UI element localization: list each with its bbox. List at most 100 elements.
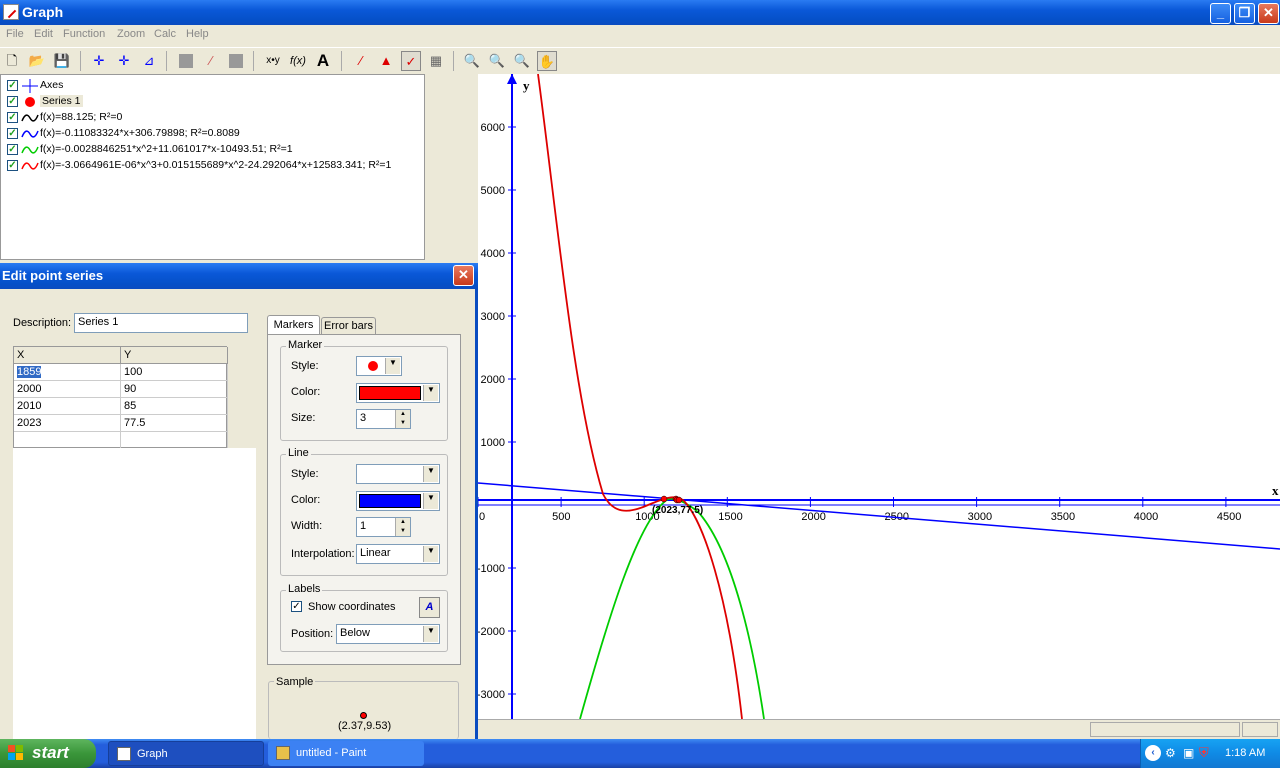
new-file-icon[interactable]: 🗋 bbox=[2, 51, 22, 71]
custom-function-icon[interactable]: f(x) bbox=[288, 51, 308, 71]
tab-error-bars[interactable]: Error bars bbox=[321, 317, 376, 335]
description-label: Description: bbox=[13, 317, 72, 329]
grid-cell[interactable]: 85 bbox=[121, 398, 228, 415]
insert-relation-icon[interactable]: ⊿ bbox=[139, 51, 159, 71]
disabled-square-icon[interactable] bbox=[226, 51, 246, 71]
grid-cell[interactable]: 100 bbox=[121, 364, 228, 381]
point-data-grid[interactable]: X Y 1859 100 2000 90 2010 85 2023 77.5 bbox=[13, 346, 228, 449]
zoom-fit-icon[interactable]: 🔍 bbox=[512, 51, 532, 71]
sample-marker bbox=[360, 712, 367, 719]
wave-icon bbox=[21, 162, 39, 170]
grid-cell[interactable]: 1859 bbox=[14, 364, 121, 381]
minimize-button[interactable]: _ bbox=[1210, 3, 1231, 24]
show-coordinates-label: Show coordinates bbox=[308, 601, 396, 613]
toolbar-separator bbox=[80, 51, 81, 71]
tangent-icon[interactable]: ⁄ bbox=[201, 51, 221, 71]
interpolation-select[interactable]: Linear ▼ bbox=[356, 544, 440, 564]
grid-cell[interactable] bbox=[121, 432, 228, 449]
marker-color-select[interactable]: ▼ bbox=[356, 383, 440, 403]
graph-plot[interactable]: x y 050010001500200025003000350040004500… bbox=[477, 73, 1280, 720]
save-icon[interactable]: 💾 bbox=[52, 51, 72, 71]
task-paint[interactable]: untitled - Paint bbox=[268, 741, 424, 766]
labels-group-title: Labels bbox=[286, 583, 323, 595]
monitor-icon[interactable]: ▣ bbox=[1183, 746, 1194, 760]
tab-markers[interactable]: Markers bbox=[267, 315, 320, 335]
menu-edit[interactable]: Edit bbox=[34, 28, 53, 40]
function-list-item-cubic[interactable]: ✓ f(x)=-3.0664961E-06*x^3+0.015155689*x^… bbox=[5, 158, 420, 174]
security-shield-icon[interactable]: ⛨ bbox=[1199, 745, 1209, 761]
menu-calc[interactable]: Calc bbox=[154, 28, 176, 40]
label-position-select[interactable]: Below ▼ bbox=[336, 624, 440, 644]
column-header-y[interactable]: Y bbox=[121, 347, 228, 364]
grid-cell[interactable]: 2000 bbox=[14, 381, 121, 398]
disabled-square-icon[interactable] bbox=[176, 51, 196, 71]
spin-arrows-icon[interactable]: ▲ ▼ bbox=[395, 518, 410, 536]
restore-button[interactable]: ❐ bbox=[1234, 3, 1255, 24]
function-list-item-series-1[interactable]: ✓ Series 1 bbox=[5, 94, 420, 110]
axes-icon[interactable]: ✛ bbox=[89, 51, 109, 71]
interpolation-label: Interpolation: bbox=[291, 548, 355, 560]
line-style-select[interactable]: ▼ bbox=[356, 464, 440, 484]
network-icon[interactable]: ⚙ bbox=[1165, 746, 1176, 760]
line-width-spinner[interactable]: 1 ▲ ▼ bbox=[356, 517, 411, 537]
line-color-select[interactable]: ▼ bbox=[356, 491, 440, 511]
point-series-tool-icon[interactable]: ✓ bbox=[401, 51, 421, 71]
checkbox[interactable]: ✓ bbox=[7, 128, 18, 139]
checkbox[interactable]: ✓ bbox=[7, 112, 18, 123]
close-button[interactable]: ✕ bbox=[1258, 3, 1279, 24]
marker-size-label: Size: bbox=[291, 412, 316, 424]
chevron-down-icon: ▼ bbox=[385, 358, 400, 374]
x-tick-label: 1500 bbox=[718, 511, 742, 523]
checkbox[interactable]: ✓ bbox=[7, 96, 18, 107]
checkbox[interactable]: ✓ bbox=[7, 144, 18, 155]
start-button[interactable]: start bbox=[0, 739, 96, 768]
wave-icon bbox=[21, 130, 39, 138]
function-list-item-axes[interactable]: ✓ Axes bbox=[5, 78, 420, 94]
label-font-button[interactable]: A bbox=[419, 597, 440, 618]
function-list-item-quadratic[interactable]: ✓ f(x)=-0.0028846251*x^2+11.061017*x-104… bbox=[5, 142, 420, 158]
cubic-trend-curve bbox=[537, 73, 743, 720]
table-icon[interactable]: ▦ bbox=[426, 51, 446, 71]
tray-expand-icon[interactable]: ‹ bbox=[1145, 745, 1161, 761]
description-input[interactable]: Series 1 bbox=[74, 313, 248, 333]
open-folder-icon[interactable]: 📂 bbox=[27, 51, 47, 71]
line-width-label: Width: bbox=[291, 520, 323, 532]
checkbox[interactable]: ✓ bbox=[7, 160, 18, 171]
marker-style-select[interactable]: ▼ bbox=[356, 356, 402, 376]
graph-canvas[interactable]: x y 050010001500200025003000350040004500… bbox=[477, 73, 1280, 720]
grid-cell[interactable]: 77.5 bbox=[121, 415, 228, 432]
insert-function-icon[interactable]: ✛ bbox=[114, 51, 134, 71]
y-axis-arrow bbox=[507, 74, 517, 84]
y-tick-labels: 6000 5000 4000 3000 2000 1000 -1000 -2000 -3000 bbox=[477, 122, 516, 701]
zoom-out-icon[interactable]: 🔍 bbox=[487, 51, 507, 71]
task-graph[interactable]: Graph bbox=[108, 741, 264, 766]
checkbox[interactable]: ✓ bbox=[7, 80, 18, 91]
toolbar-separator bbox=[341, 51, 342, 71]
shading-icon[interactable]: ▲ bbox=[376, 51, 396, 71]
graph-app-icon bbox=[117, 747, 131, 761]
hand-pan-icon[interactable]: ✋ bbox=[537, 51, 557, 71]
line-group-title: Line bbox=[286, 447, 311, 459]
function-list-item-constant[interactable]: ✓ f(x)=88.125; R²=0 bbox=[5, 110, 420, 126]
grid-cell[interactable] bbox=[14, 432, 121, 449]
function-list-item-linear[interactable]: ✓ f(x)=-0.11083324*x+306.79898; R²=0.808… bbox=[5, 126, 420, 142]
dialog-close-button[interactable]: ✕ bbox=[453, 265, 474, 286]
grid-cell[interactable]: 90 bbox=[121, 381, 228, 398]
insert-series-icon[interactable]: x•y bbox=[263, 51, 283, 71]
zoom-in-icon[interactable]: 🔍 bbox=[462, 51, 482, 71]
marker-size-spinner[interactable]: 3 ▲ ▼ bbox=[356, 409, 411, 429]
font-a-icon: A bbox=[425, 601, 434, 613]
spin-arrows-icon[interactable]: ▲ ▼ bbox=[395, 410, 410, 428]
column-header-x[interactable]: X bbox=[14, 347, 121, 364]
x-axis-label: x bbox=[1272, 483, 1279, 498]
insert-label-icon[interactable]: A bbox=[313, 51, 333, 71]
menu-help[interactable]: Help bbox=[186, 28, 209, 40]
trendline-icon[interactable]: ∕ bbox=[351, 51, 371, 71]
grid-cell[interactable]: 2023 bbox=[14, 415, 121, 432]
menu-zoom[interactable]: Zoom bbox=[117, 28, 145, 40]
show-coordinates-checkbox[interactable]: ✓ bbox=[291, 601, 302, 612]
menu-file[interactable]: File bbox=[6, 28, 24, 40]
menu-function[interactable]: Function bbox=[63, 28, 105, 40]
grid-cell[interactable]: 2010 bbox=[14, 398, 121, 415]
system-tray: ‹ ⚙ ▣ ⛨ 1:18 AM bbox=[1140, 739, 1280, 768]
